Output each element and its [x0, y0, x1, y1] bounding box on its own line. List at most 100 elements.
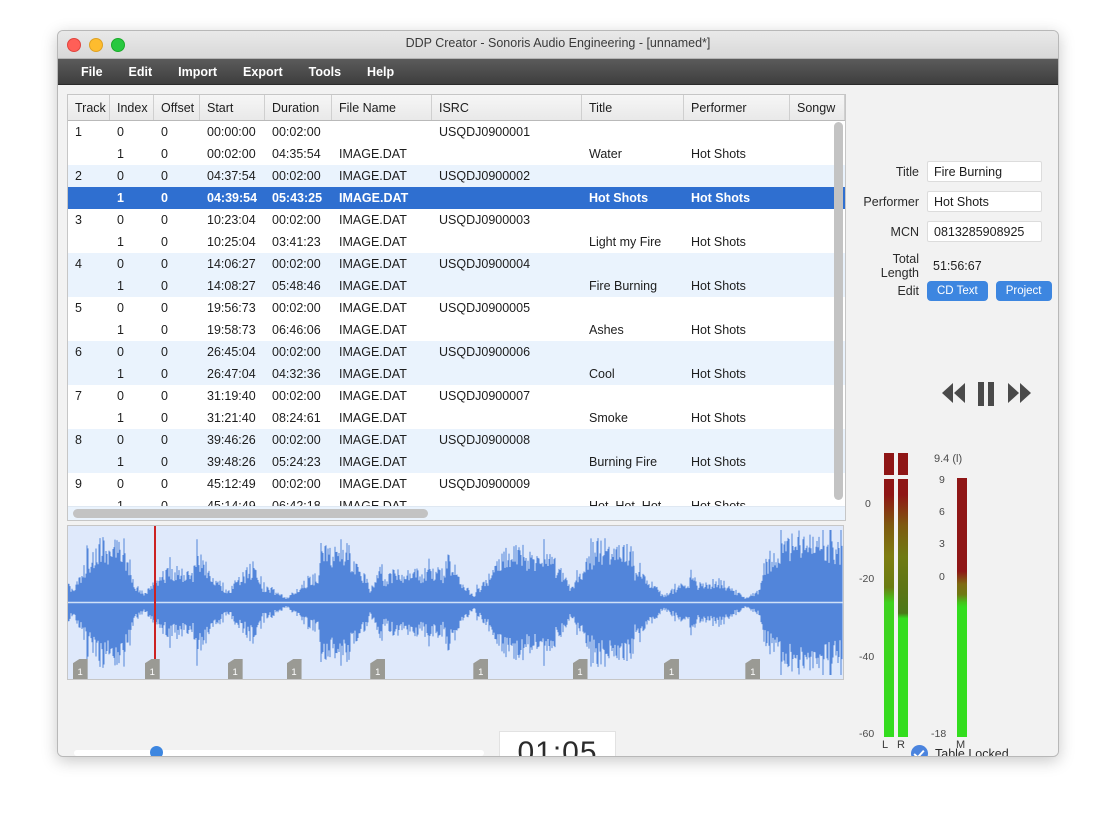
- playhead-cursor[interactable]: [154, 526, 156, 679]
- table-row[interactable]: 7 0 0 31:19:40 00:02:00 IMAGE.DAT USQDJ0900007: [68, 385, 845, 407]
- table-row[interactable]: 1 0 14:08:27 05:48:46 IMAGE.DAT Fire Burning H…: [68, 275, 845, 297]
- total-length-label: Total Length: [880, 252, 919, 280]
- cell-offset: 0: [161, 301, 168, 315]
- menu-help[interactable]: Help: [354, 62, 407, 82]
- cd-text-button[interactable]: CD Text: [927, 281, 988, 301]
- table-row[interactable]: 1 0 19:58:73 06:46:06 IMAGE.DAT Ashes Hot Shot…: [68, 319, 845, 341]
- column-header-start[interactable]: Start: [200, 95, 265, 120]
- cell-file: IMAGE.DAT: [339, 345, 407, 359]
- track-marker[interactable]: 1: [144, 659, 160, 679]
- track-marker[interactable]: 1: [227, 659, 243, 679]
- scrollbar-thumb-horizontal[interactable]: [73, 509, 428, 518]
- table-row[interactable]: 6 0 0 26:45:04 00:02:00 IMAGE.DAT USQDJ0900006: [68, 341, 845, 363]
- cell-duration: 04:32:36: [272, 367, 321, 381]
- meter-peak-left: [884, 453, 894, 475]
- menu-file[interactable]: File: [68, 62, 116, 82]
- cell-index: 0: [117, 213, 124, 227]
- table-row[interactable]: 1 0 26:47:04 04:32:36 IMAGE.DAT Cool Hot Shots: [68, 363, 845, 385]
- column-header-offset[interactable]: Offset: [154, 95, 200, 120]
- cell-index: 1: [117, 279, 124, 293]
- cell-start: 31:19:40: [207, 389, 256, 403]
- waveform-display[interactable]: 1 1 1 1 1 1 1 1 1: [67, 525, 844, 680]
- position-slider-track[interactable]: [74, 750, 484, 756]
- track-marker[interactable]: 1: [370, 659, 386, 679]
- cell-index: 1: [117, 455, 124, 469]
- scrollbar-thumb-vertical[interactable]: [834, 122, 843, 500]
- title-input[interactable]: Fire Burning: [927, 161, 1042, 182]
- project-button[interactable]: Project: [995, 281, 1052, 301]
- meter-channel-r: R: [897, 739, 905, 751]
- table-row[interactable]: 5 0 0 19:56:73 00:02:00 IMAGE.DAT USQDJ0900005: [68, 297, 845, 319]
- table-body: 1 0 0 00:00:00 00:02:00 USQDJ0900001 1 0 00:02:0…: [68, 121, 845, 508]
- table-locked-status[interactable]: Table Locked: [911, 745, 1009, 756]
- cell-start: 39:48:26: [207, 455, 256, 469]
- table-row[interactable]: 1 0 00:02:00 04:35:54 IMAGE.DAT Water Hot Shot…: [68, 143, 845, 165]
- cell-file: IMAGE.DAT: [339, 235, 407, 249]
- cell-start: 14:06:27: [207, 257, 256, 271]
- table-row[interactable]: 8 0 0 39:46:26 00:02:00 IMAGE.DAT USQDJ0900008: [68, 429, 845, 451]
- cell-file: IMAGE.DAT: [339, 169, 407, 183]
- cell-start: 10:25:04: [207, 235, 256, 249]
- play-selection-icon[interactable]: [1057, 380, 1058, 417]
- cell-duration: 05:43:25: [272, 191, 323, 205]
- table-row[interactable]: 1 0 10:25:04 03:41:23 IMAGE.DAT Light my Fire…: [68, 231, 845, 253]
- column-header-track[interactable]: Track: [68, 95, 110, 120]
- table-row[interactable]: 3 0 0 10:23:04 00:02:00 IMAGE.DAT USQDJ0900003: [68, 209, 845, 231]
- pause-icon[interactable]: [974, 380, 998, 413]
- total-length-row: Total Length 51:56:67: [853, 252, 982, 280]
- table-vertical-scrollbar[interactable]: [834, 122, 843, 504]
- cell-start: 26:45:04: [207, 345, 256, 359]
- cell-index: 0: [117, 257, 124, 271]
- performer-input[interactable]: Hot Shots: [927, 191, 1042, 212]
- track-marker[interactable]: 1: [572, 659, 588, 679]
- table-row[interactable]: 1 0 39:48:26 05:24:23 IMAGE.DAT Burning Fire H…: [68, 451, 845, 473]
- cell-start: 19:56:73: [207, 301, 256, 315]
- column-header-performer[interactable]: Performer: [684, 95, 790, 120]
- column-header-duration[interactable]: Duration: [265, 95, 332, 120]
- table-row[interactable]: 2 0 0 04:37:54 00:02:00 IMAGE.DAT USQDJ0900002: [68, 165, 845, 187]
- mcn-input[interactable]: 0813285908925: [927, 221, 1042, 242]
- rewind-icon[interactable]: [939, 380, 969, 411]
- track-marker[interactable]: 1: [286, 659, 302, 679]
- cell-performer: Hot Shots: [691, 455, 746, 469]
- cell-offset: 0: [161, 191, 168, 205]
- column-header-title[interactable]: Title: [582, 95, 684, 120]
- column-header-isrc[interactable]: ISRC: [432, 95, 582, 120]
- track-marker[interactable]: 1: [72, 659, 88, 679]
- column-header-index[interactable]: Index: [110, 95, 154, 120]
- cell-offset: 0: [161, 367, 168, 381]
- cell-index: 1: [117, 411, 124, 425]
- track-marker[interactable]: 1: [745, 659, 761, 679]
- column-header-songwriter[interactable]: Songw: [790, 95, 845, 120]
- menu-edit[interactable]: Edit: [116, 62, 166, 82]
- menu-import[interactable]: Import: [165, 62, 230, 82]
- cell-duration: 00:02:00: [272, 477, 321, 491]
- m-scale-m18: -18: [931, 728, 947, 740]
- cell-offset: 0: [161, 147, 168, 161]
- table-horizontal-scrollbar[interactable]: [68, 506, 845, 520]
- meter-channel-l: L: [882, 739, 889, 751]
- table-row[interactable]: 1 0 04:39:54 05:43:25 IMAGE.DAT Hot Shots Hot …: [68, 187, 845, 209]
- table-row[interactable]: 1 0 31:21:40 08:24:61 IMAGE.DAT Smoke Hot Shot…: [68, 407, 845, 429]
- cell-isrc: USQDJ0900009: [439, 477, 531, 491]
- table-row[interactable]: 9 0 0 45:12:49 00:02:00 IMAGE.DAT USQDJ0900009: [68, 473, 845, 495]
- column-header-file-name[interactable]: File Name: [332, 95, 432, 120]
- cell-duration: 00:02:00: [272, 125, 321, 139]
- title-field-row: Title Fire Burning: [853, 161, 1042, 182]
- position-slider-knob[interactable]: [150, 746, 163, 756]
- cell-index: 0: [117, 169, 124, 183]
- cell-file: IMAGE.DAT: [339, 147, 407, 161]
- cell-index: 0: [117, 301, 124, 315]
- menu-tools[interactable]: Tools: [296, 62, 354, 82]
- cell-duration: 04:35:54: [272, 147, 321, 161]
- track-marker[interactable]: 1: [663, 659, 679, 679]
- cell-offset: 0: [161, 257, 168, 271]
- check-circle-icon[interactable]: [911, 745, 928, 756]
- track-marker[interactable]: 1: [473, 659, 489, 679]
- table-row[interactable]: 4 0 0 14:06:27 00:02:00 IMAGE.DAT USQDJ0900004: [68, 253, 845, 275]
- table-row[interactable]: 1 0 0 00:00:00 00:02:00 USQDJ0900001: [68, 121, 845, 143]
- m-scale-6: 6: [939, 506, 945, 518]
- menu-export[interactable]: Export: [230, 62, 296, 82]
- fast-forward-icon[interactable]: [1005, 380, 1035, 411]
- cell-track: 7: [75, 389, 82, 403]
